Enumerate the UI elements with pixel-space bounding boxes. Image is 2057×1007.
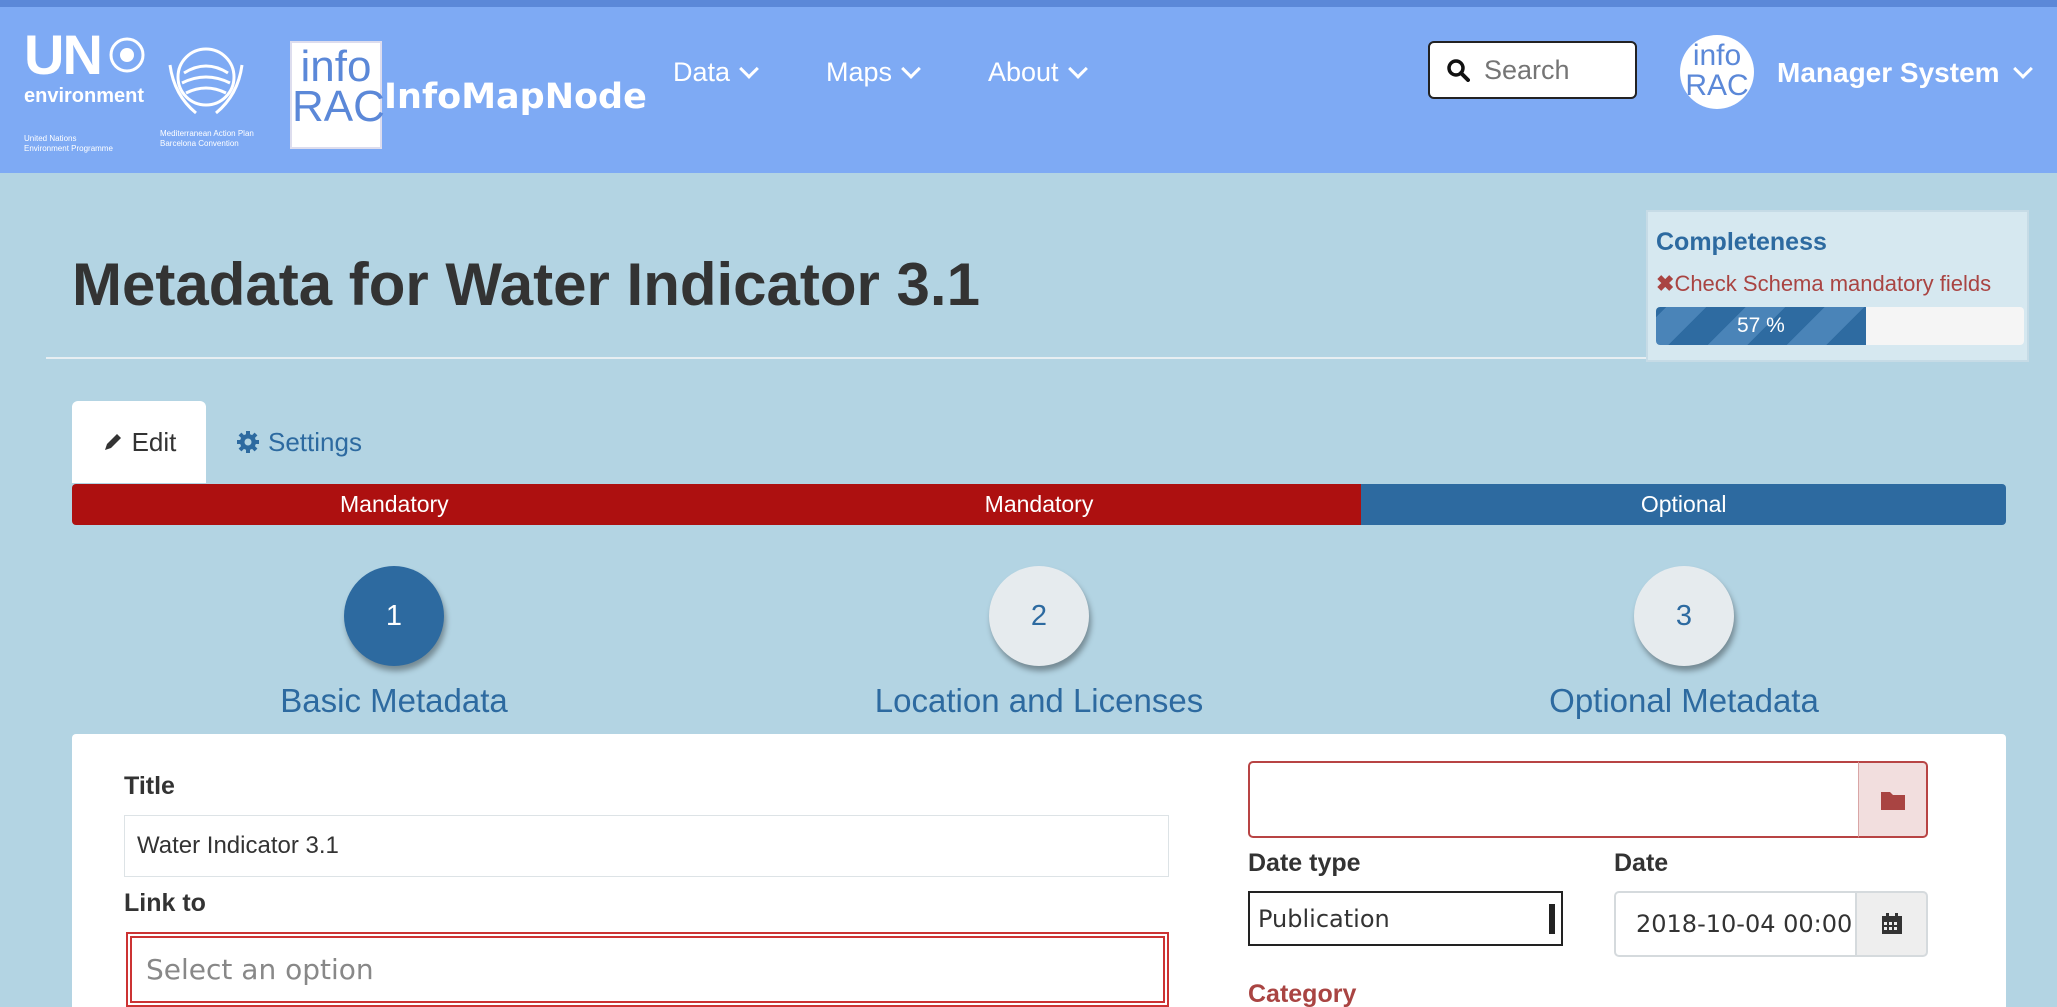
completeness-check-text: Check Schema mandatory fields (1674, 271, 1992, 296)
tab-edit[interactable]: Edit (72, 401, 206, 483)
title-label: Title (124, 772, 175, 800)
search-box[interactable] (1428, 41, 1637, 99)
inforac-logo-line-2: RAC (292, 82, 385, 131)
user-menu[interactable]: Manager System (1777, 57, 2033, 89)
search-icon (1447, 59, 1470, 82)
page-title: Metadata for Water Indicator 3.1 (72, 251, 980, 318)
step-1-circle[interactable]: 1 (344, 566, 444, 666)
un-emblem-icon (109, 37, 145, 73)
step-2-label: Location and Licenses (874, 682, 1204, 719)
gear-icon (237, 431, 259, 453)
map-logo-subtitle-1: Mediterranean Action Plan (160, 129, 254, 138)
un-logo-environment: environment (24, 85, 145, 107)
category-label: Category (1248, 980, 1357, 1007)
un-logo-mark: UN (24, 23, 103, 86)
nav-about-label: About (988, 57, 1059, 87)
user-name: Manager System (1777, 57, 2000, 88)
step-bar-segment-2: Mandatory (716, 484, 1362, 525)
avatar-line-2: RAC (1685, 69, 1749, 102)
avatar-line-1: info (1692, 39, 1742, 72)
title-field[interactable]: Water Indicator 3.1 (124, 815, 1169, 877)
step-progress-bar: Mandatory Mandatory Optional (72, 484, 2006, 525)
tab-settings-label: Settings (268, 426, 362, 457)
step-2-circle[interactable]: 2 (989, 566, 1089, 666)
pencil-icon (104, 434, 121, 450)
step-bar-segment-1: Mandatory (72, 484, 717, 525)
nav-about[interactable]: About (988, 57, 1088, 88)
un-logo-subtitle-1: United Nations (24, 134, 77, 143)
step-3-circle[interactable]: 3 (1634, 566, 1734, 666)
calendar-icon (1881, 913, 1902, 934)
tab-settings[interactable]: Settings (236, 401, 362, 483)
select-arrows-icon (1549, 903, 1555, 934)
tab-edit-label: Edit (131, 426, 177, 457)
step-3-label: Optional Metadata (1549, 682, 1819, 719)
completeness-title: Completeness (1656, 228, 1827, 256)
date-input[interactable]: 2018-10-04 00:00 (1614, 891, 1857, 957)
date-type-value: Publication (1258, 904, 1390, 933)
top-navbar: UN environment United Nations Environmen… (0, 0, 2057, 173)
browse-folder-button[interactable] (1858, 761, 1928, 838)
chevron-down-icon (901, 58, 921, 79)
un-environment-logo[interactable]: UN environment United Nations Environmen… (24, 23, 166, 153)
search-input[interactable] (1484, 54, 1614, 86)
completeness-progress-fill: 57 % (1656, 307, 1866, 345)
step-1: 1 Basic Metadata (194, 566, 594, 720)
nav-maps-label: Maps (826, 57, 893, 87)
nav-data-label: Data (673, 57, 731, 87)
chevron-down-icon (2012, 59, 2033, 79)
completeness-check[interactable]: ✖Check Schema mandatory fields (1656, 271, 2019, 297)
step-1-label: Basic Metadata (280, 682, 508, 719)
map-logo-subtitle-2: Barcelona Convention (160, 139, 239, 148)
un-logo-subtitle-2: Environment Programme (24, 144, 113, 153)
map-barcelona-logo[interactable]: Mediterranean Action Plan Barcelona Conv… (158, 31, 286, 149)
nav-maps[interactable]: Maps (826, 57, 921, 88)
date-type-label: Date type (1248, 849, 1361, 877)
step-2: 2 Location and Licenses (839, 566, 1239, 720)
inforac-logo-line-1: info (300, 42, 372, 91)
avatar[interactable]: info RAC (1680, 35, 1754, 109)
step-bar-segment-3: Optional (1361, 484, 2006, 525)
link-to-label: Link to (124, 889, 206, 917)
file-input[interactable] (1248, 761, 1860, 838)
calendar-button[interactable] (1855, 891, 1928, 957)
chevron-down-icon (739, 58, 759, 79)
completeness-progress: 57 % (1656, 307, 2024, 345)
map-emblem-icon (168, 47, 244, 115)
chevron-down-icon (1067, 58, 1088, 79)
completeness-panel: Completeness ✖Check Schema mandatory fie… (1646, 210, 2029, 362)
nav-data[interactable]: Data (673, 57, 759, 88)
brand-name[interactable]: InfoMapNode (384, 77, 647, 117)
folder-icon (1880, 791, 1905, 810)
title-divider (46, 357, 1646, 359)
date-type-select[interactable]: Publication (1248, 891, 1563, 946)
inforac-logo[interactable]: info RAC (290, 41, 385, 149)
step-3: 3 Optional Metadata (1484, 566, 1884, 720)
date-label: Date (1614, 849, 1669, 877)
link-to-select[interactable]: Select an option (126, 932, 1169, 1007)
close-icon: ✖ (1656, 271, 1675, 296)
